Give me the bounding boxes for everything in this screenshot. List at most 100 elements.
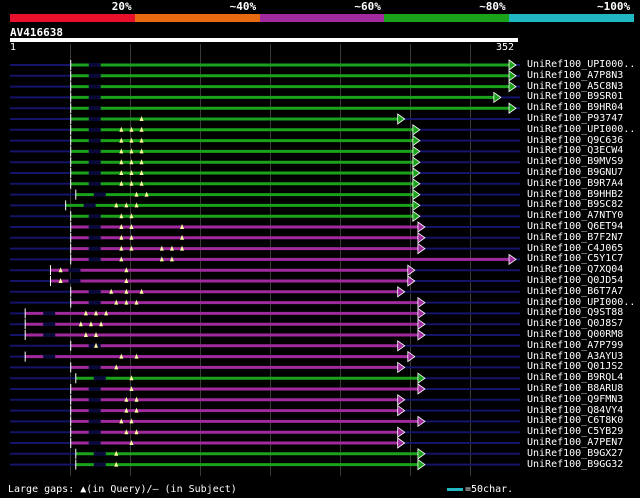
hit-label[interactable]: UniRef100_A7NTY0: [527, 211, 623, 221]
subject-gap: [88, 300, 101, 305]
subject-gap: [88, 149, 101, 154]
hit-label[interactable]: UniRef100_Q3ECW4: [527, 146, 623, 156]
subject-gap: [88, 408, 101, 413]
hit-arrow: [397, 404, 406, 417]
subject-gap: [43, 333, 56, 337]
subject-gap: [93, 376, 106, 381]
hit-label[interactable]: UniRef100_B8ARU8: [527, 384, 623, 394]
hit-arrow: [397, 437, 406, 449]
hit-label[interactable]: UniRef100_UPI000..: [527, 297, 635, 308]
hit-label[interactable]: UniRef100_A5C8N3: [527, 81, 623, 92]
hit-label[interactable]: UniRef100_B9RQL4: [527, 373, 623, 383]
hit-arrow: [417, 242, 426, 255]
subject-gap: [88, 387, 101, 391]
subject-gap: [88, 289, 101, 294]
hit-label[interactable]: UniRef100_Q84VY4: [527, 405, 623, 416]
hit-arrow: [412, 188, 421, 201]
subject-gap: [88, 235, 101, 240]
hit-label[interactable]: UniRef100_C5Y1C7: [527, 254, 623, 264]
hit-label[interactable]: UniRef100_B9HR04: [527, 103, 623, 113]
hit-label[interactable]: UniRef100_B9SR01: [527, 92, 623, 102]
hit-arrow: [397, 394, 406, 406]
hit-arrow: [417, 221, 426, 233]
subject-gap: [88, 73, 101, 78]
hit-label[interactable]: UniRef100_P93747: [527, 114, 623, 124]
hit-label[interactable]: UniRef100_A7P799: [527, 340, 623, 351]
hit-arrow: [412, 156, 421, 168]
hit-arrow: [493, 91, 502, 104]
hit-arrow: [397, 426, 406, 438]
hit-label[interactable]: UniRef100_B9R7A4: [527, 178, 623, 189]
hit-arrow: [417, 448, 426, 460]
hit-arrow: [417, 383, 426, 395]
hit-arrow: [412, 145, 421, 158]
hit-label[interactable]: UniRef100_Q6ET94: [527, 222, 623, 232]
hit-label[interactable]: UniRef100_C5YB29: [527, 427, 623, 437]
subject-gap: [43, 322, 56, 327]
hit-label[interactable]: UniRef100_C6T8K0: [527, 416, 623, 426]
hit-arrow: [508, 253, 517, 266]
subject-gap: [88, 397, 101, 402]
hit-label[interactable]: UniRef100_UPI000..: [527, 124, 635, 135]
subject-gap: [88, 95, 101, 100]
hit-label[interactable]: UniRef100_A7P8N3: [527, 70, 623, 81]
subject-gap: [88, 63, 101, 67]
hit-label[interactable]: UniRef100_Q01JS2: [527, 362, 623, 372]
hit-arrow: [417, 318, 426, 330]
hit-arrow: [417, 296, 426, 309]
hit-label[interactable]: UniRef100_Q0JD54: [527, 276, 623, 286]
subject-gap: [88, 225, 101, 229]
hit-label[interactable]: UniRef100_B6T7A7: [527, 286, 623, 297]
hit-arrow: [407, 264, 416, 276]
subject-gap: [88, 160, 101, 165]
hit-label[interactable]: UniRef100_C4J065: [527, 243, 623, 254]
hit-arrow: [412, 134, 421, 147]
subject-gap: [88, 127, 101, 132]
large-gaps-note: Large gaps: ▲(in Query)/– (in Subject): [8, 484, 237, 495]
scale-label: =50char.: [465, 484, 514, 495]
hit-label[interactable]: UniRef100_B9GG32: [527, 459, 623, 470]
scale-bar: [447, 488, 463, 491]
subject-gap: [68, 268, 81, 273]
subject-gap: [88, 246, 101, 251]
hit-label[interactable]: UniRef100_Q00RM8: [527, 330, 623, 340]
hit-label[interactable]: UniRef100_UPI000..: [527, 60, 635, 70]
hit-label[interactable]: UniRef100_B7F2N7: [527, 232, 623, 243]
hit-arrow: [508, 80, 517, 93]
hit-label[interactable]: UniRef100_A7PEN7: [527, 438, 623, 448]
subject-gap: [93, 192, 106, 197]
hit-label[interactable]: UniRef100_B9SC82: [527, 200, 623, 210]
hit-arrow: [412, 124, 421, 136]
subject-gap: [68, 279, 81, 283]
hit-label[interactable]: UniRef100_Q0J8S7: [527, 319, 623, 329]
subject-gap: [88, 117, 101, 121]
subject-gap: [88, 365, 101, 370]
hit-arrow: [397, 361, 406, 374]
hit-label[interactable]: UniRef100_Q9C636: [527, 135, 623, 146]
hit-arrow: [508, 70, 517, 82]
hit-arrow: [417, 415, 426, 428]
hit-label[interactable]: UniRef100_B9HHB2: [527, 189, 623, 200]
hit-arrow: [412, 167, 421, 179]
subject-gap: [88, 214, 101, 219]
hit-arrow: [417, 307, 426, 320]
hit-arrow: [508, 102, 517, 114]
subject-gap: [88, 138, 101, 143]
hit-label[interactable]: UniRef100_Q7XQ04: [527, 265, 623, 275]
hit-label[interactable]: UniRef100_Q9FMN3: [527, 394, 623, 405]
hit-arrow: [407, 350, 416, 363]
subject-gap: [93, 451, 106, 456]
hit-arrow: [407, 275, 416, 287]
subject-gap: [93, 462, 106, 467]
hit-label[interactable]: UniRef100_A3AYU3: [527, 351, 623, 362]
hit-label[interactable]: UniRef100_B9GNU7: [527, 168, 623, 178]
subject-gap: [88, 257, 101, 262]
subject-gap: [88, 181, 101, 186]
subject-gap: [43, 311, 56, 316]
hit-label[interactable]: UniRef100_B9GX27: [527, 448, 623, 459]
subject-gap: [88, 106, 101, 111]
hit-label[interactable]: UniRef100_Q9ST88: [527, 308, 623, 318]
hit-label[interactable]: UniRef100_B9MVS9: [527, 157, 623, 167]
subject-gap: [88, 419, 101, 424]
hit-arrow: [412, 210, 421, 222]
